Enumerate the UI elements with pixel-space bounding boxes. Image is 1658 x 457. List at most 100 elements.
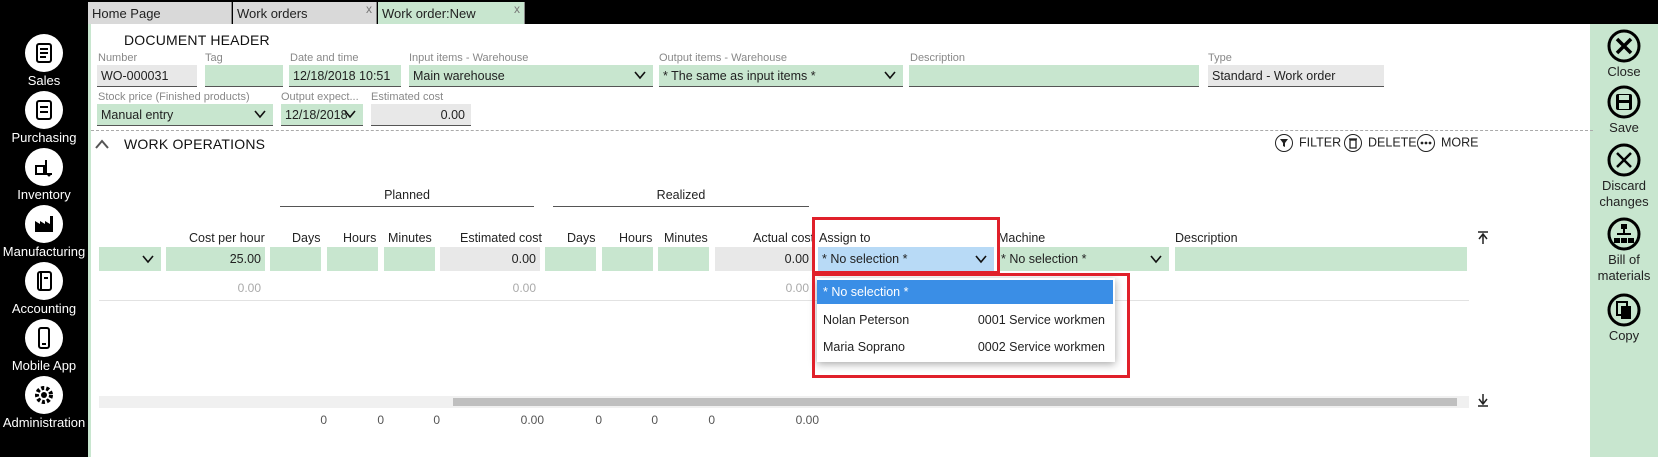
- close-tab-icon[interactable]: x: [514, 2, 520, 16]
- estimated-cost-cell[interactable]: 0.00: [440, 247, 540, 271]
- ghost-actual-cost: 0.00: [785, 281, 809, 295]
- description-cell[interactable]: [1175, 247, 1467, 271]
- col-hours[interactable]: Hours: [343, 231, 376, 245]
- manufacturing-icon: [25, 205, 63, 243]
- section-divider: [91, 130, 1593, 131]
- dropdown-option[interactable]: Maria Soprano 0002 Service workmen: [817, 335, 1113, 359]
- hours-cell[interactable]: [327, 247, 378, 271]
- nav-label: Mobile App: [11, 358, 77, 373]
- option-code: 0001 Service workmen: [977, 313, 1105, 327]
- discard-changes-button[interactable]: Discard changes: [1590, 142, 1658, 210]
- description-field[interactable]: [909, 65, 1199, 87]
- minutes-cell[interactable]: [384, 247, 435, 271]
- chevron-down-icon: [254, 110, 266, 119]
- delete-label: DELETE: [1368, 135, 1417, 150]
- chevron-up-icon[interactable]: [94, 138, 110, 150]
- stock-price-label: Stock price (Finished products): [98, 91, 250, 103]
- col-days[interactable]: Days: [292, 231, 320, 245]
- chevron-down-icon: [884, 71, 896, 80]
- machine-select[interactable]: * No selection *: [997, 247, 1169, 271]
- col-estimated-cost[interactable]: Estimated cost: [460, 231, 542, 245]
- number-label: Number: [98, 52, 138, 64]
- close-tab-icon[interactable]: x: [366, 2, 372, 16]
- option-name: * No selection *: [823, 285, 909, 299]
- realized-minutes-cell[interactable]: [658, 247, 709, 271]
- col-minutes[interactable]: Minutes: [388, 231, 432, 245]
- more-button[interactable]: MORE: [1417, 134, 1479, 152]
- total-realized-hours: 0: [651, 413, 658, 427]
- col-cost-per-hour[interactable]: Cost per hour: [189, 231, 265, 245]
- realized-hours-cell[interactable]: [602, 247, 653, 271]
- inventory-icon: [25, 148, 63, 186]
- scroll-top-icon[interactable]: [1477, 231, 1489, 245]
- filter-button[interactable]: FILTER: [1275, 134, 1341, 152]
- tab-label: Work orders: [237, 6, 308, 21]
- filter-icon: [1275, 134, 1293, 152]
- realized-days-cell[interactable]: [545, 247, 596, 271]
- nav-administration[interactable]: Administration: [0, 376, 88, 430]
- description-label: Description: [910, 52, 966, 64]
- chevron-down-icon: [142, 255, 154, 264]
- datetime-label: Date and time: [290, 52, 359, 64]
- machine-value: * No selection *: [1001, 252, 1087, 266]
- bill-of-materials-button[interactable]: Bill of materials: [1590, 216, 1658, 284]
- col-realized-minutes[interactable]: Minutes: [664, 231, 708, 245]
- nav-manufacturing[interactable]: Manufacturing: [0, 205, 88, 259]
- output-expected-select[interactable]: 12/18/2018: [281, 104, 363, 126]
- output-warehouse-select[interactable]: * The same as input items *: [659, 65, 903, 87]
- scroll-bottom-icon[interactable]: [1477, 393, 1489, 407]
- total-hours: 0: [377, 413, 384, 427]
- scrollbar-thumb[interactable]: [453, 398, 1457, 406]
- horizontal-scrollbar[interactable]: [99, 396, 1469, 408]
- dropdown-option[interactable]: Nolan Peterson 0001 Service workmen: [817, 308, 1113, 332]
- delete-button[interactable]: DELETE: [1344, 134, 1417, 152]
- dropdown-option[interactable]: * No selection *: [817, 280, 1113, 304]
- chevron-down-icon: [634, 71, 646, 80]
- estimated-cost-field[interactable]: 0.00: [371, 104, 471, 126]
- nav-label: Purchasing: [11, 130, 77, 145]
- tab-work-order-new[interactable]: Work order:New x: [378, 2, 525, 24]
- purchasing-icon: [25, 91, 63, 129]
- col-realized-hours[interactable]: Hours: [619, 231, 652, 245]
- copy-button[interactable]: Copy: [1590, 292, 1658, 344]
- nav-mobile-app[interactable]: Mobile App: [0, 319, 88, 373]
- tab-label: Work order:New: [382, 6, 476, 21]
- action-label: Close: [1607, 64, 1641, 79]
- nav-inventory[interactable]: Inventory: [0, 148, 88, 202]
- gear-icon: [25, 376, 63, 414]
- nav-label: Manufacturing: [2, 244, 86, 259]
- days-cell[interactable]: [270, 247, 321, 271]
- cost-per-hour-cell[interactable]: 25.00: [166, 247, 265, 271]
- col-actual-cost[interactable]: Actual cost: [753, 231, 814, 245]
- input-warehouse-label: Input items - Warehouse: [409, 52, 529, 64]
- stock-price-select[interactable]: Manual entry: [97, 104, 273, 126]
- col-description[interactable]: Description: [1175, 231, 1238, 245]
- close-button[interactable]: Close: [1590, 28, 1658, 80]
- trash-icon: [1344, 134, 1362, 152]
- actual-cost-cell[interactable]: 0.00: [715, 247, 813, 271]
- datetime-field[interactable]: 12/18/2018 10:51: [289, 65, 401, 87]
- col-assign-to[interactable]: Assign to: [819, 231, 870, 245]
- nav-label: Administration: [2, 415, 86, 430]
- tag-field[interactable]: [205, 65, 283, 87]
- col-realized-days[interactable]: Days: [567, 231, 595, 245]
- input-warehouse-select[interactable]: Main warehouse: [409, 65, 653, 87]
- nav-purchasing[interactable]: Purchasing: [0, 91, 88, 145]
- number-field[interactable]: WO-000031: [97, 65, 197, 87]
- option-code: 0002 Service workmen: [977, 340, 1105, 354]
- tab-home-page[interactable]: Home Page: [88, 2, 232, 24]
- save-button[interactable]: Save: [1590, 84, 1658, 136]
- total-estimated-cost: 0.00: [520, 413, 544, 427]
- type-field[interactable]: Standard - Work order: [1208, 65, 1384, 87]
- type-label: Type: [1208, 52, 1232, 64]
- sales-icon: [25, 34, 63, 72]
- tab-work-orders[interactable]: Work orders x: [233, 2, 377, 24]
- tab-label: Home Page: [92, 6, 161, 21]
- close-icon: [1607, 29, 1641, 63]
- planned-group-header: Planned: [280, 188, 534, 207]
- nav-sales[interactable]: Sales: [0, 34, 88, 88]
- col-machine[interactable]: Machine: [998, 231, 1045, 245]
- nav-accounting[interactable]: Accounting: [0, 262, 88, 316]
- assign-to-select[interactable]: * No selection *: [818, 247, 994, 271]
- operation-select[interactable]: [99, 247, 161, 271]
